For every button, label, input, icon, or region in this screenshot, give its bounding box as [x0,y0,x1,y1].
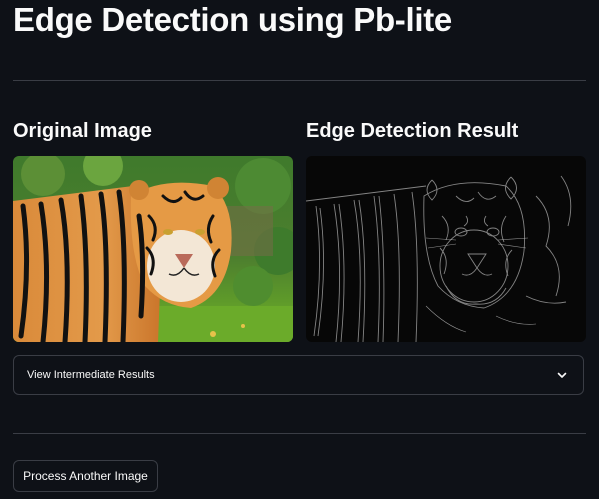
original-image-heading: Original Image [13,120,152,142]
app-page: Edge Detection using Pb-lite Original Im… [0,0,599,499]
page-title: Edge Detection using Pb-lite [13,1,452,38]
bottom-divider [13,433,586,434]
original-image [13,156,293,342]
edge-result-heading: Edge Detection Result [306,120,519,142]
edge-detection-image [306,156,586,342]
chevron-down-icon [557,372,567,378]
intermediate-results-expander[interactable]: View Intermediate Results [13,355,584,395]
top-divider [13,80,586,81]
process-another-image-button[interactable]: Process Another Image [13,460,158,492]
expander-label: View Intermediate Results [27,369,155,381]
